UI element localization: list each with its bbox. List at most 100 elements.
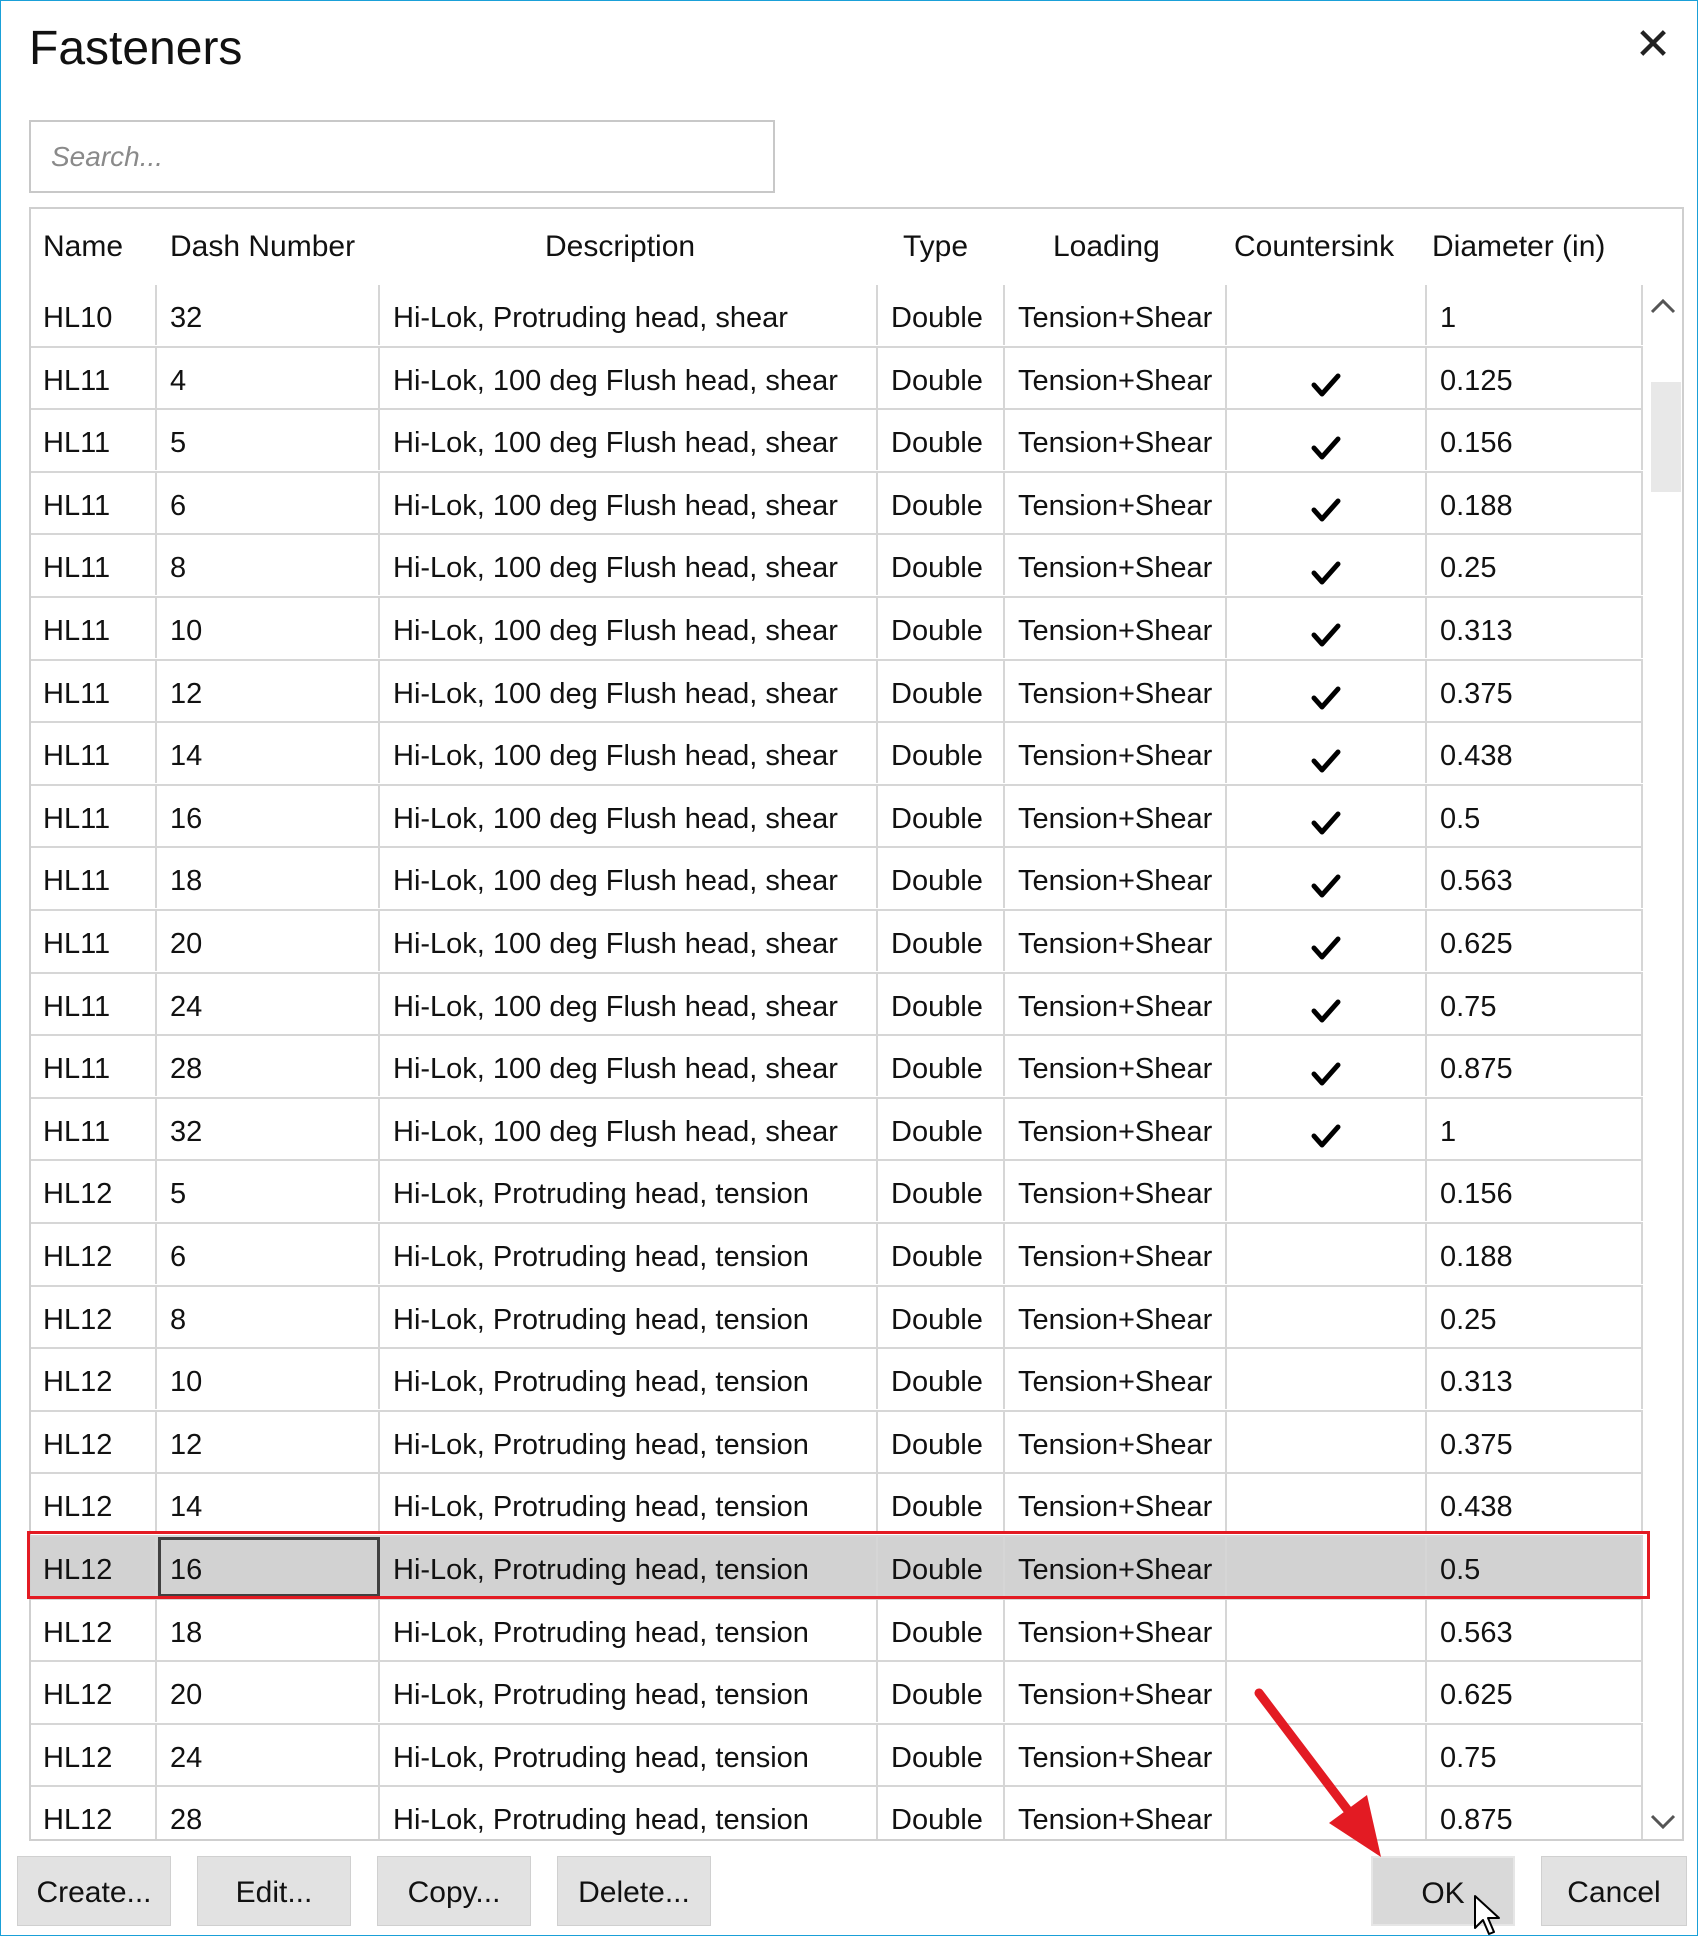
table-row[interactable]: HL11 5 Hi-Lok, 100 deg Flush head, shear Do… bbox=[31, 410, 1643, 473]
cell-diameter[interactable]: 0.875 bbox=[1427, 1036, 1643, 1097]
cell-dash-number[interactable]: 28 bbox=[157, 1787, 380, 1839]
cell-diameter[interactable]: 0.563 bbox=[1427, 1599, 1643, 1660]
cell-dash-number[interactable]: 5 bbox=[157, 410, 380, 471]
cell-type[interactable]: Double bbox=[878, 1599, 1005, 1660]
cell-name[interactable]: HL12 bbox=[31, 1349, 157, 1410]
cell-description[interactable]: Hi-Lok, Protruding head, tension bbox=[380, 1224, 878, 1284]
cell-countersink[interactable] bbox=[1227, 535, 1427, 596]
cell-loading[interactable]: Tension+Shear bbox=[1005, 1286, 1227, 1347]
delete-button[interactable]: Delete... bbox=[557, 1856, 711, 1926]
table-row[interactable]: HL10 32 Hi-Lok, Protruding head, shear Doub… bbox=[31, 285, 1643, 348]
cell-dash-number[interactable]: 18 bbox=[157, 848, 380, 909]
column-header-loading[interactable]: Loading bbox=[1053, 209, 1160, 285]
vertical-scrollbar[interactable] bbox=[1643, 285, 1682, 1839]
cell-countersink[interactable] bbox=[1227, 1599, 1427, 1660]
cell-loading[interactable]: Tension+Shear bbox=[1005, 285, 1227, 345]
cell-type[interactable]: Double bbox=[878, 1349, 1005, 1410]
cell-diameter[interactable]: 0.25 bbox=[1427, 535, 1643, 596]
cell-dash-number[interactable]: 14 bbox=[157, 723, 380, 784]
cell-name[interactable]: HL11 bbox=[31, 911, 157, 971]
cell-type[interactable]: Double bbox=[878, 410, 1005, 471]
cell-description[interactable]: Hi-Lok, 100 deg Flush head, shear bbox=[380, 848, 878, 909]
cell-diameter[interactable]: 0.438 bbox=[1427, 1474, 1643, 1535]
cell-loading[interactable]: Tension+Shear bbox=[1005, 785, 1227, 846]
cell-diameter[interactable]: 0.438 bbox=[1427, 723, 1643, 784]
cell-dash-number[interactable]: 28 bbox=[157, 1036, 380, 1097]
cell-dash-number[interactable]: 24 bbox=[157, 973, 380, 1034]
cell-diameter[interactable]: 0.5 bbox=[1427, 785, 1643, 846]
cell-dash-number[interactable]: 10 bbox=[157, 598, 380, 658]
cell-countersink[interactable] bbox=[1227, 1098, 1427, 1159]
cell-loading[interactable]: Tension+Shear bbox=[1005, 1036, 1227, 1097]
cell-description[interactable]: Hi-Lok, 100 deg Flush head, shear bbox=[380, 598, 878, 658]
cell-countersink[interactable] bbox=[1227, 1787, 1427, 1839]
cell-countersink[interactable] bbox=[1227, 723, 1427, 784]
cancel-button[interactable]: Cancel bbox=[1541, 1856, 1687, 1926]
fasteners-table[interactable]: Name Dash Number Description Type Loadin… bbox=[29, 207, 1684, 1841]
scrollbar-thumb[interactable] bbox=[1651, 382, 1681, 492]
cell-diameter[interactable]: 0.25 bbox=[1427, 1286, 1643, 1347]
table-row[interactable]: HL12 20 Hi-Lok, Protruding head, tension Do… bbox=[31, 1662, 1643, 1725]
table-row[interactable]: HL12 14 Hi-Lok, Protruding head, tension Do… bbox=[31, 1474, 1643, 1537]
cell-loading[interactable]: Tension+Shear bbox=[1005, 1474, 1227, 1535]
cell-countersink[interactable] bbox=[1227, 410, 1427, 471]
cell-loading[interactable]: Tension+Shear bbox=[1005, 1349, 1227, 1410]
cell-diameter[interactable]: 0.625 bbox=[1427, 911, 1643, 971]
search-input[interactable] bbox=[31, 122, 773, 191]
cell-loading[interactable]: Tension+Shear bbox=[1005, 472, 1227, 533]
chevron-down-icon[interactable] bbox=[1643, 1801, 1682, 1839]
table-row[interactable]: HL11 28 Hi-Lok, 100 deg Flush head, shear D… bbox=[31, 1036, 1643, 1099]
cell-dash-number[interactable]: 6 bbox=[157, 472, 380, 533]
cell-diameter[interactable]: 0.875 bbox=[1427, 1787, 1643, 1839]
cell-type[interactable]: Double bbox=[878, 848, 1005, 909]
cell-name[interactable]: HL12 bbox=[31, 1724, 157, 1785]
cell-type[interactable]: Double bbox=[878, 347, 1005, 408]
create-button[interactable]: Create... bbox=[17, 1856, 171, 1926]
cell-loading[interactable]: Tension+Shear bbox=[1005, 1662, 1227, 1723]
cell-type[interactable]: Double bbox=[878, 1098, 1005, 1159]
cell-name[interactable]: HL12 bbox=[31, 1662, 157, 1723]
ok-button[interactable]: OK bbox=[1371, 1856, 1515, 1926]
search-box[interactable] bbox=[29, 120, 775, 193]
cell-name[interactable]: HL12 bbox=[31, 1474, 157, 1535]
cell-diameter[interactable]: 0.75 bbox=[1427, 973, 1643, 1034]
table-row[interactable]: HL11 16 Hi-Lok, 100 deg Flush head, shear D… bbox=[31, 785, 1643, 849]
cell-type[interactable]: Double bbox=[878, 1537, 1005, 1597]
cell-name[interactable]: HL11 bbox=[31, 472, 157, 533]
cell-countersink[interactable] bbox=[1227, 848, 1427, 909]
cell-type[interactable]: Double bbox=[878, 785, 1005, 846]
table-row[interactable]: HL11 18 Hi-Lok, 100 deg Flush head, shear D… bbox=[31, 848, 1643, 911]
table-row[interactable]: HL11 4 Hi-Lok, 100 deg Flush head, shear Do… bbox=[31, 347, 1643, 411]
cell-name[interactable]: HL12 bbox=[31, 1161, 157, 1222]
table-row[interactable]: HL12 28 Hi-Lok, Protruding head, tension Do… bbox=[31, 1787, 1643, 1839]
table-row[interactable]: HL11 20 Hi-Lok, 100 deg Flush head, shear D… bbox=[31, 911, 1643, 974]
cell-diameter[interactable]: 0.5 bbox=[1427, 1537, 1643, 1597]
table-row[interactable]: HL12 12 Hi-Lok, Protruding head, tension Do… bbox=[31, 1411, 1643, 1475]
cell-dash-number[interactable]: 14 bbox=[157, 1474, 380, 1535]
cell-loading[interactable]: Tension+Shear bbox=[1005, 598, 1227, 658]
cell-countersink[interactable] bbox=[1227, 1286, 1427, 1347]
close-icon[interactable]: ✕ bbox=[1633, 23, 1673, 67]
cell-description[interactable]: Hi-Lok, Protruding head, tension bbox=[380, 1161, 878, 1222]
cell-dash-number[interactable]: 6 bbox=[157, 1224, 380, 1284]
cell-name[interactable]: HL11 bbox=[31, 848, 157, 909]
cell-description[interactable]: Hi-Lok, 100 deg Flush head, shear bbox=[380, 911, 878, 971]
cell-dash-number[interactable]: 32 bbox=[157, 285, 380, 345]
cell-name[interactable]: HL12 bbox=[31, 1599, 157, 1660]
table-row[interactable]: HL12 18 Hi-Lok, Protruding head, tension Do… bbox=[31, 1599, 1643, 1663]
table-row[interactable]: HL12 8 Hi-Lok, Protruding head, tension Dou… bbox=[31, 1286, 1643, 1350]
edit-button[interactable]: Edit... bbox=[197, 1856, 351, 1926]
cell-name[interactable]: HL11 bbox=[31, 347, 157, 408]
cell-dash-number[interactable]: 20 bbox=[157, 1662, 380, 1723]
cell-type[interactable]: Double bbox=[878, 472, 1005, 533]
cell-type[interactable]: Double bbox=[878, 1474, 1005, 1535]
cell-loading[interactable]: Tension+Shear bbox=[1005, 1098, 1227, 1159]
cell-type[interactable]: Double bbox=[878, 1161, 1005, 1222]
cell-description[interactable]: Hi-Lok, Protruding head, tension bbox=[380, 1662, 878, 1723]
cell-countersink[interactable] bbox=[1227, 347, 1427, 408]
cell-countersink[interactable] bbox=[1227, 1161, 1427, 1222]
cell-diameter[interactable]: 0.625 bbox=[1427, 1662, 1643, 1723]
cell-dash-number[interactable]: 16 bbox=[157, 785, 380, 846]
cell-loading[interactable]: Tension+Shear bbox=[1005, 535, 1227, 596]
cell-type[interactable]: Double bbox=[878, 723, 1005, 784]
